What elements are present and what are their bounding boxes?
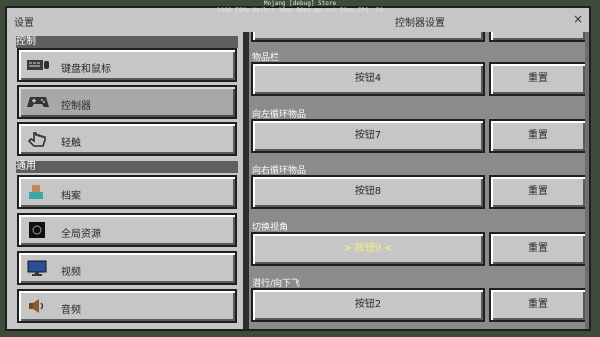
monitor-icon [27,260,49,276]
bind-button-inventory[interactable]: 按钮4 [251,62,485,96]
bind-button-cycle-right[interactable]: 按钮8 [251,175,485,209]
sidebar-item-controller[interactable]: 控制器 [17,85,237,119]
reset-button-sneak-fly-down[interactable]: 重置 [489,288,587,322]
reset-button-cycle-right[interactable]: 重置 [489,175,587,209]
sidebar-item-touch[interactable]: 轻触 [17,122,237,156]
reset-button-cycle-left[interactable]: 重置 [489,119,587,153]
sidebar-item-video[interactable]: 视频 [17,251,237,285]
sidebar-item-label: 视频 [61,267,81,278]
sidebar-item-label: 全局资源 [61,229,101,240]
reset-button-toggle-perspective[interactable]: 重置 [489,232,587,266]
sidebar-item-label: 控制器 [61,101,91,112]
speaker-icon [27,298,49,314]
debug-line-2: 1000 FSMs Ns(hrs 10ms 50ms,ms-ret 50ms,F… [216,7,384,14]
keyboard-mouse-icon [27,57,49,73]
global-resources-icon [27,222,49,238]
bind-button-sneak-fly-down[interactable]: 按钮2 [251,288,485,322]
sidebar-item-keyboard-mouse[interactable]: 键盘和鼠标 [17,48,237,82]
bind-button-cycle-left[interactable]: 按钮7 [251,119,485,153]
sidebar-item-label: 轻触 [61,138,81,149]
section-label-general: 通用 [16,161,238,173]
sidebar: 控制 键盘和鼠标 控制器 轻触 通用 档案 全局资源 视频 音频 [7,32,243,329]
sidebar-item-audio[interactable]: 音频 [17,289,237,323]
debug-line-1: Mojang [debug] Store [263,0,337,7]
touch-hand-icon [27,131,49,147]
sidebar-item-label: 档案 [61,191,81,202]
partial-reset-button[interactable] [489,32,587,42]
sidebar-item-global-resources[interactable]: 全局资源 [17,213,237,247]
settings-window: 设置 控制器设置 × 控制 键盘和鼠标 控制器 轻触 通用 档案 全局资源 视频… [5,6,591,331]
scrollbar[interactable] [585,32,589,329]
controller-bindings-panel: 物品栏 按钮4 重置 向左循环物品 按钮7 重置 向右循环物品 按钮8 重置 切… [249,32,589,329]
profile-icon [27,184,49,200]
gamepad-icon [27,94,49,110]
bind-button-toggle-perspective[interactable]: > 按钮9 < [251,232,485,266]
section-label-controls: 控制 [16,36,238,48]
reset-button-inventory[interactable]: 重置 [489,62,587,96]
partial-bind-button[interactable] [251,32,485,42]
sidebar-item-label: 音频 [61,305,81,316]
sidebar-item-label: 键盘和鼠标 [61,64,111,75]
sidebar-item-profile[interactable]: 档案 [17,175,237,209]
debug-overlay: Mojang [debug] Store 1000 FSMs Ns(hrs 10… [0,0,600,20]
